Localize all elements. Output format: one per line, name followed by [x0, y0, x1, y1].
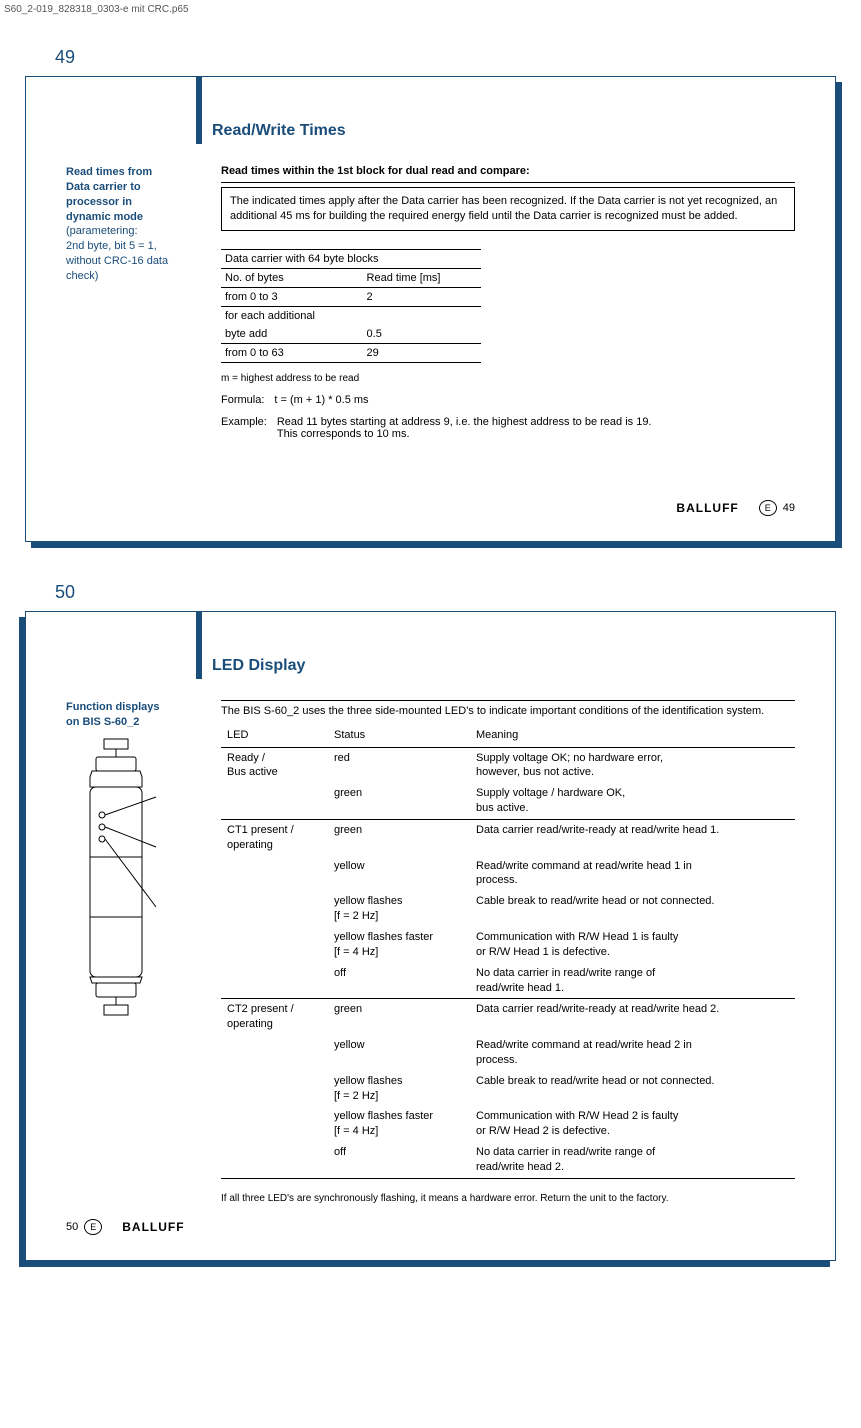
table-cell: CT1 present /operating [221, 819, 328, 855]
device-illustration [66, 737, 196, 1030]
footer-page-number: 49 [783, 502, 795, 514]
source-file-header: S60_2-019_828318_0303-e mit CRC.p65 [0, 0, 861, 17]
table-header-cell: Status [328, 725, 470, 747]
margin-line: dynamic mode [66, 211, 143, 223]
table-cell: Supply voltage / hardware OK,bus active. [470, 783, 795, 819]
brand-logo: BALLUFF [122, 1220, 184, 1234]
table-cell: No data carrier in read/write range ofre… [470, 1142, 795, 1178]
table-cell: green [328, 783, 470, 819]
table-cell: yellow [328, 1035, 470, 1071]
brand-logo: BALLUFF [676, 501, 738, 515]
margin-note: Function displays on BIS S-60_2 [66, 700, 196, 730]
table-cell: off [328, 963, 470, 999]
table-header-cell: LED [221, 725, 328, 747]
margin-line: Function displays [66, 701, 160, 713]
table-cell: from 0 to 63 [221, 343, 363, 362]
example-text: This corresponds to 10 ms. [277, 428, 410, 440]
table-cell: 2 [363, 287, 481, 306]
table-cell: yellow flashes[f = 2 Hz] [328, 891, 470, 927]
margin-line: on BIS S-60_2 [66, 716, 139, 728]
margin-line: 2nd byte, bit 5 = 1, [66, 240, 157, 252]
page-number-top: 50 [55, 582, 836, 603]
read-time-table: Data carrier with 64 byte blocks No. of … [221, 249, 481, 363]
table-cell: Communication with R/W Head 2 is faultyo… [470, 1106, 795, 1142]
page-content-box: LED Display Function displays on BIS S-6… [25, 611, 836, 1261]
formula-line: Formula: t = (m + 1) * 0.5 ms [221, 394, 795, 406]
section-title: LED Display [212, 657, 305, 675]
footnote: m = highest address to be read [221, 373, 795, 384]
margin-line: processor in [66, 196, 132, 208]
info-box: The indicated times apply after the Data… [221, 187, 795, 231]
page-content-box: Read/Write Times Read times from Data ca… [25, 76, 836, 542]
page-footer: BALLUFF E 49 [221, 500, 795, 516]
table-cell: yellow flashes faster[f = 4 Hz] [328, 927, 470, 963]
table-cell: CT2 present /operating [221, 999, 328, 1035]
footer-page-number: 50 [66, 1221, 78, 1233]
table-cell: byte add [221, 325, 363, 344]
table-cell: from 0 to 3 [221, 287, 363, 306]
title-accent-bar [196, 651, 202, 679]
table-cell: Read/write command at read/write head 2 … [470, 1035, 795, 1071]
margin-line: check) [66, 270, 98, 282]
margin-line: Data carrier to [66, 181, 141, 193]
page-footer: 50 E BALLUFF [66, 1219, 795, 1235]
table-cell: Cable break to read/write head or not co… [470, 1071, 795, 1107]
margin-line: without CRC-16 data [66, 255, 168, 267]
intro-text: The BIS S-60_2 uses the three side-mount… [221, 700, 795, 717]
example-line: Example: Read 11 bytes starting at addre… [221, 416, 795, 440]
formula-value: t = (m + 1) * 0.5 ms [274, 394, 368, 406]
table-cell: yellow flashes faster[f = 4 Hz] [328, 1106, 470, 1142]
table-cell: Data carrier read/write-ready at read/wr… [470, 999, 795, 1035]
table-cell: Supply voltage OK; no hardware error,how… [470, 747, 795, 783]
section-title-row: Read/Write Times [196, 112, 795, 140]
table-cell: yellow flashes[f = 2 Hz] [328, 1071, 470, 1107]
table-cell: red [328, 747, 470, 783]
table-caption: Data carrier with 64 byte blocks [221, 249, 481, 268]
table-cell: yellow [328, 856, 470, 892]
language-badge: E [759, 500, 777, 516]
table-header-cell: Read time [ms] [363, 268, 481, 287]
page-49: 49 Read/Write Times Read times from Data… [0, 17, 861, 552]
table-cell: 29 [363, 343, 481, 362]
table-header-cell: No. of bytes [221, 268, 363, 287]
example-label: Example: [221, 416, 267, 440]
table-cell: Data carrier read/write-ready at read/wr… [470, 819, 795, 855]
table-cell: off [328, 1142, 470, 1178]
section-title: Read/Write Times [212, 122, 346, 140]
table-cell: for each additional [221, 306, 363, 325]
table-cell: green [328, 819, 470, 855]
table-header-cell: Meaning [470, 725, 795, 747]
page-50: 50 LED Display Function displays on BIS … [0, 552, 861, 1271]
table-cell: Cable break to read/write head or not co… [470, 891, 795, 927]
table-cell: Read/write command at read/write head 1 … [470, 856, 795, 892]
section-title-row: LED Display [196, 647, 795, 675]
page-number-top: 49 [55, 47, 836, 68]
language-badge: E [84, 1219, 102, 1235]
example-text: Read 11 bytes starting at address 9, i.e… [277, 416, 652, 428]
table-cell: 0.5 [363, 325, 481, 344]
led-status-table: LED Status Meaning Ready /Bus active red… [221, 725, 795, 1179]
closing-note: If all three LED's are synchronously fla… [221, 1193, 795, 1204]
title-accent-bar [196, 116, 202, 144]
margin-note: Read times from Data carrier to processo… [66, 165, 196, 284]
margin-line: Read times from [66, 166, 152, 178]
table-cell: Ready /Bus active [221, 747, 328, 783]
sub-heading: Read times within the 1st block for dual… [221, 165, 795, 183]
table-cell: Communication with R/W Head 1 is faultyo… [470, 927, 795, 963]
formula-label: Formula: [221, 394, 264, 406]
table-cell: green [328, 999, 470, 1035]
margin-line: (parametering: [66, 225, 138, 237]
table-cell: No data carrier in read/write range ofre… [470, 963, 795, 999]
